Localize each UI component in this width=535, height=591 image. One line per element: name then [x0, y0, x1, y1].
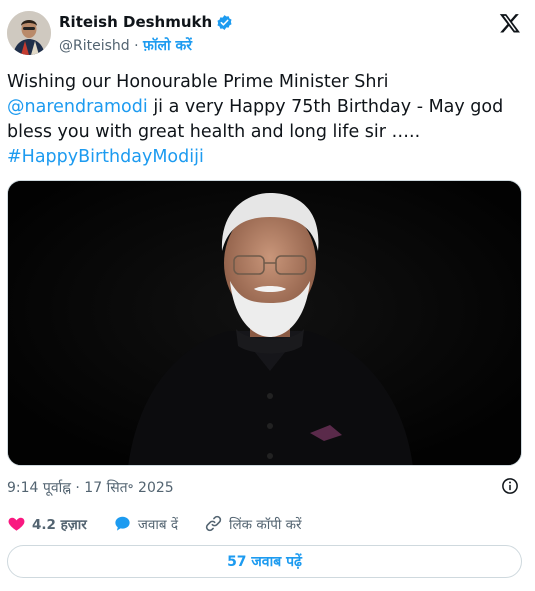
reply-bubble-icon [115, 516, 130, 531]
info-icon[interactable] [501, 477, 519, 495]
tweet-image[interactable] [7, 180, 522, 466]
hashtag-link[interactable]: #HappyBirthdayModiji [7, 145, 522, 170]
separator-dot: · [134, 38, 139, 54]
reply-button[interactable]: जवाब दें [113, 514, 178, 533]
x-logo-icon[interactable] [499, 12, 521, 34]
author-name[interactable]: Riteish Deshmukh [59, 13, 212, 31]
action-bar: 4.2 हज़ार जवाब दें लिंक कॉपी करें [7, 514, 328, 533]
copy-link-button[interactable]: लिंक कॉपी करें [204, 514, 302, 533]
follow-button[interactable]: फ़ॉलो करें [143, 38, 192, 54]
like-button[interactable]: 4.2 हज़ार [7, 514, 87, 533]
read-replies-button[interactable]: 57 जवाब पढ़ें [7, 545, 522, 578]
like-count: 4.2 हज़ार [32, 516, 87, 533]
tweet-text-line-1: Wishing our Honourable Prime Minister Sh… [7, 72, 389, 92]
author-handle[interactable]: @Riteishd [59, 38, 130, 54]
link-icon [205, 515, 222, 532]
reply-label: जवाब दें [137, 516, 179, 533]
heart-icon [8, 517, 25, 531]
author-name-row[interactable]: Riteish Deshmukh [59, 13, 233, 31]
tweet-text-line-3: bless you with great health and long lif… [7, 122, 421, 142]
tweet-card: Riteish Deshmukh @Riteishd · फ़ॉलो करें … [0, 0, 535, 591]
verified-badge-icon [217, 14, 232, 30]
tweet-text-line-2-rest: ji a very Happy 75th Birthday - May god [147, 97, 504, 117]
tweet-text: Wishing our Honourable Prime Minister Sh… [7, 70, 522, 170]
author-handle-row: @Riteishd · फ़ॉलो करें [59, 36, 192, 55]
copy-link-label: लिंक कॉपी करें [229, 516, 302, 533]
mention-link[interactable]: @narendramodi [7, 97, 148, 117]
avatar[interactable] [7, 11, 51, 55]
tweet-timestamp[interactable]: 9:14 पूर्वाह्न · 17 सित॰ 2025 [7, 478, 174, 497]
tweet-text-line-2: @narendramodi ji a very Happy 75th Birth… [7, 95, 522, 120]
